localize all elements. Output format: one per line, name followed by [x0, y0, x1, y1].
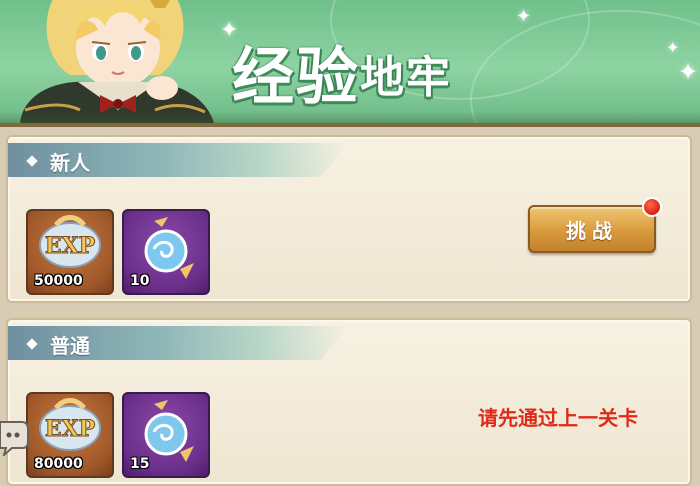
reward-exp-item[interactable]: EXP 50000: [26, 209, 114, 295]
sparkle-icon: ✦: [516, 6, 532, 27]
reward-exp-item[interactable]: EXP 80000: [26, 392, 114, 478]
reward-quantity: 50000: [34, 273, 83, 289]
section-title: 普通: [50, 334, 90, 358]
reward-quantity: 80000: [34, 456, 83, 472]
dungeon-panel-newbie: 新人 EXP 50000 10 挑战: [6, 135, 692, 303]
reward-quantity: 15: [130, 456, 150, 472]
svg-text:EXP: EXP: [45, 233, 95, 259]
title-suffix: 地牢: [360, 52, 453, 103]
page-title: 经验 地牢: [232, 18, 452, 108]
locked-message: 请先通过上一关卡: [478, 406, 638, 430]
notification-dot: [642, 197, 662, 217]
dungeon-panel-normal: 普通 EXP 80000 15 请先通过上一关卡: [6, 318, 692, 486]
character-portrait: [20, 0, 214, 123]
sparkle-icon: ✦: [666, 38, 680, 57]
reward-quantity: 10: [130, 273, 150, 289]
reward-orb-item[interactable]: 10: [122, 209, 210, 295]
chat-bubble-icon[interactable]: [0, 418, 30, 456]
section-title: 新人: [50, 151, 90, 175]
header-banner: ✦ ✦ ✦ ✦ 经验 地牢: [0, 0, 700, 127]
reward-orb-item[interactable]: 15: [122, 392, 210, 478]
sparkle-icon: ✦: [678, 58, 699, 86]
title-main: 经验: [232, 40, 361, 113]
svg-text:EXP: EXP: [45, 416, 95, 442]
challenge-button[interactable]: 挑战: [528, 205, 656, 253]
